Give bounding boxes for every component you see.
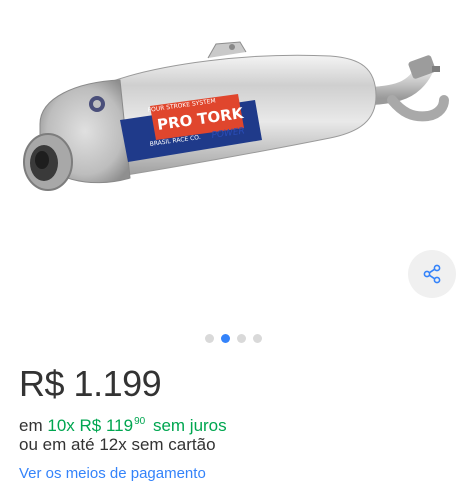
price: R$ 1.199 <box>19 363 162 404</box>
share-icon <box>423 264 441 284</box>
installments-cents: 90 <box>134 416 146 427</box>
share-button[interactable] <box>408 250 456 298</box>
installments-prefix: em <box>19 416 43 435</box>
gallery-dot[interactable] <box>205 334 214 343</box>
installments-currency: R$ <box>79 416 102 435</box>
installments-count: 10x <box>47 416 75 435</box>
price-currency: R$ <box>19 363 65 404</box>
gallery-dot[interactable] <box>237 334 246 343</box>
product-image[interactable]: FOUR STROKE SYSTEM PRO TORK BRASIL RACE … <box>0 0 473 240</box>
installments-suffix: sem juros <box>152 416 227 435</box>
product-gallery[interactable]: FOUR STROKE SYSTEM PRO TORK BRASIL RACE … <box>0 0 473 343</box>
gallery-dot[interactable] <box>253 334 262 343</box>
payment-methods-link[interactable]: Ver os meios de pagamento <box>19 464 206 484</box>
price-amount: 1.199 <box>73 363 162 404</box>
gallery-dot-active[interactable] <box>221 334 230 343</box>
installments-amount: 119 <box>105 416 134 435</box>
alt-installments-text: ou em até 12x sem cartão <box>19 435 216 454</box>
gallery-pagination[interactable] <box>205 334 262 343</box>
